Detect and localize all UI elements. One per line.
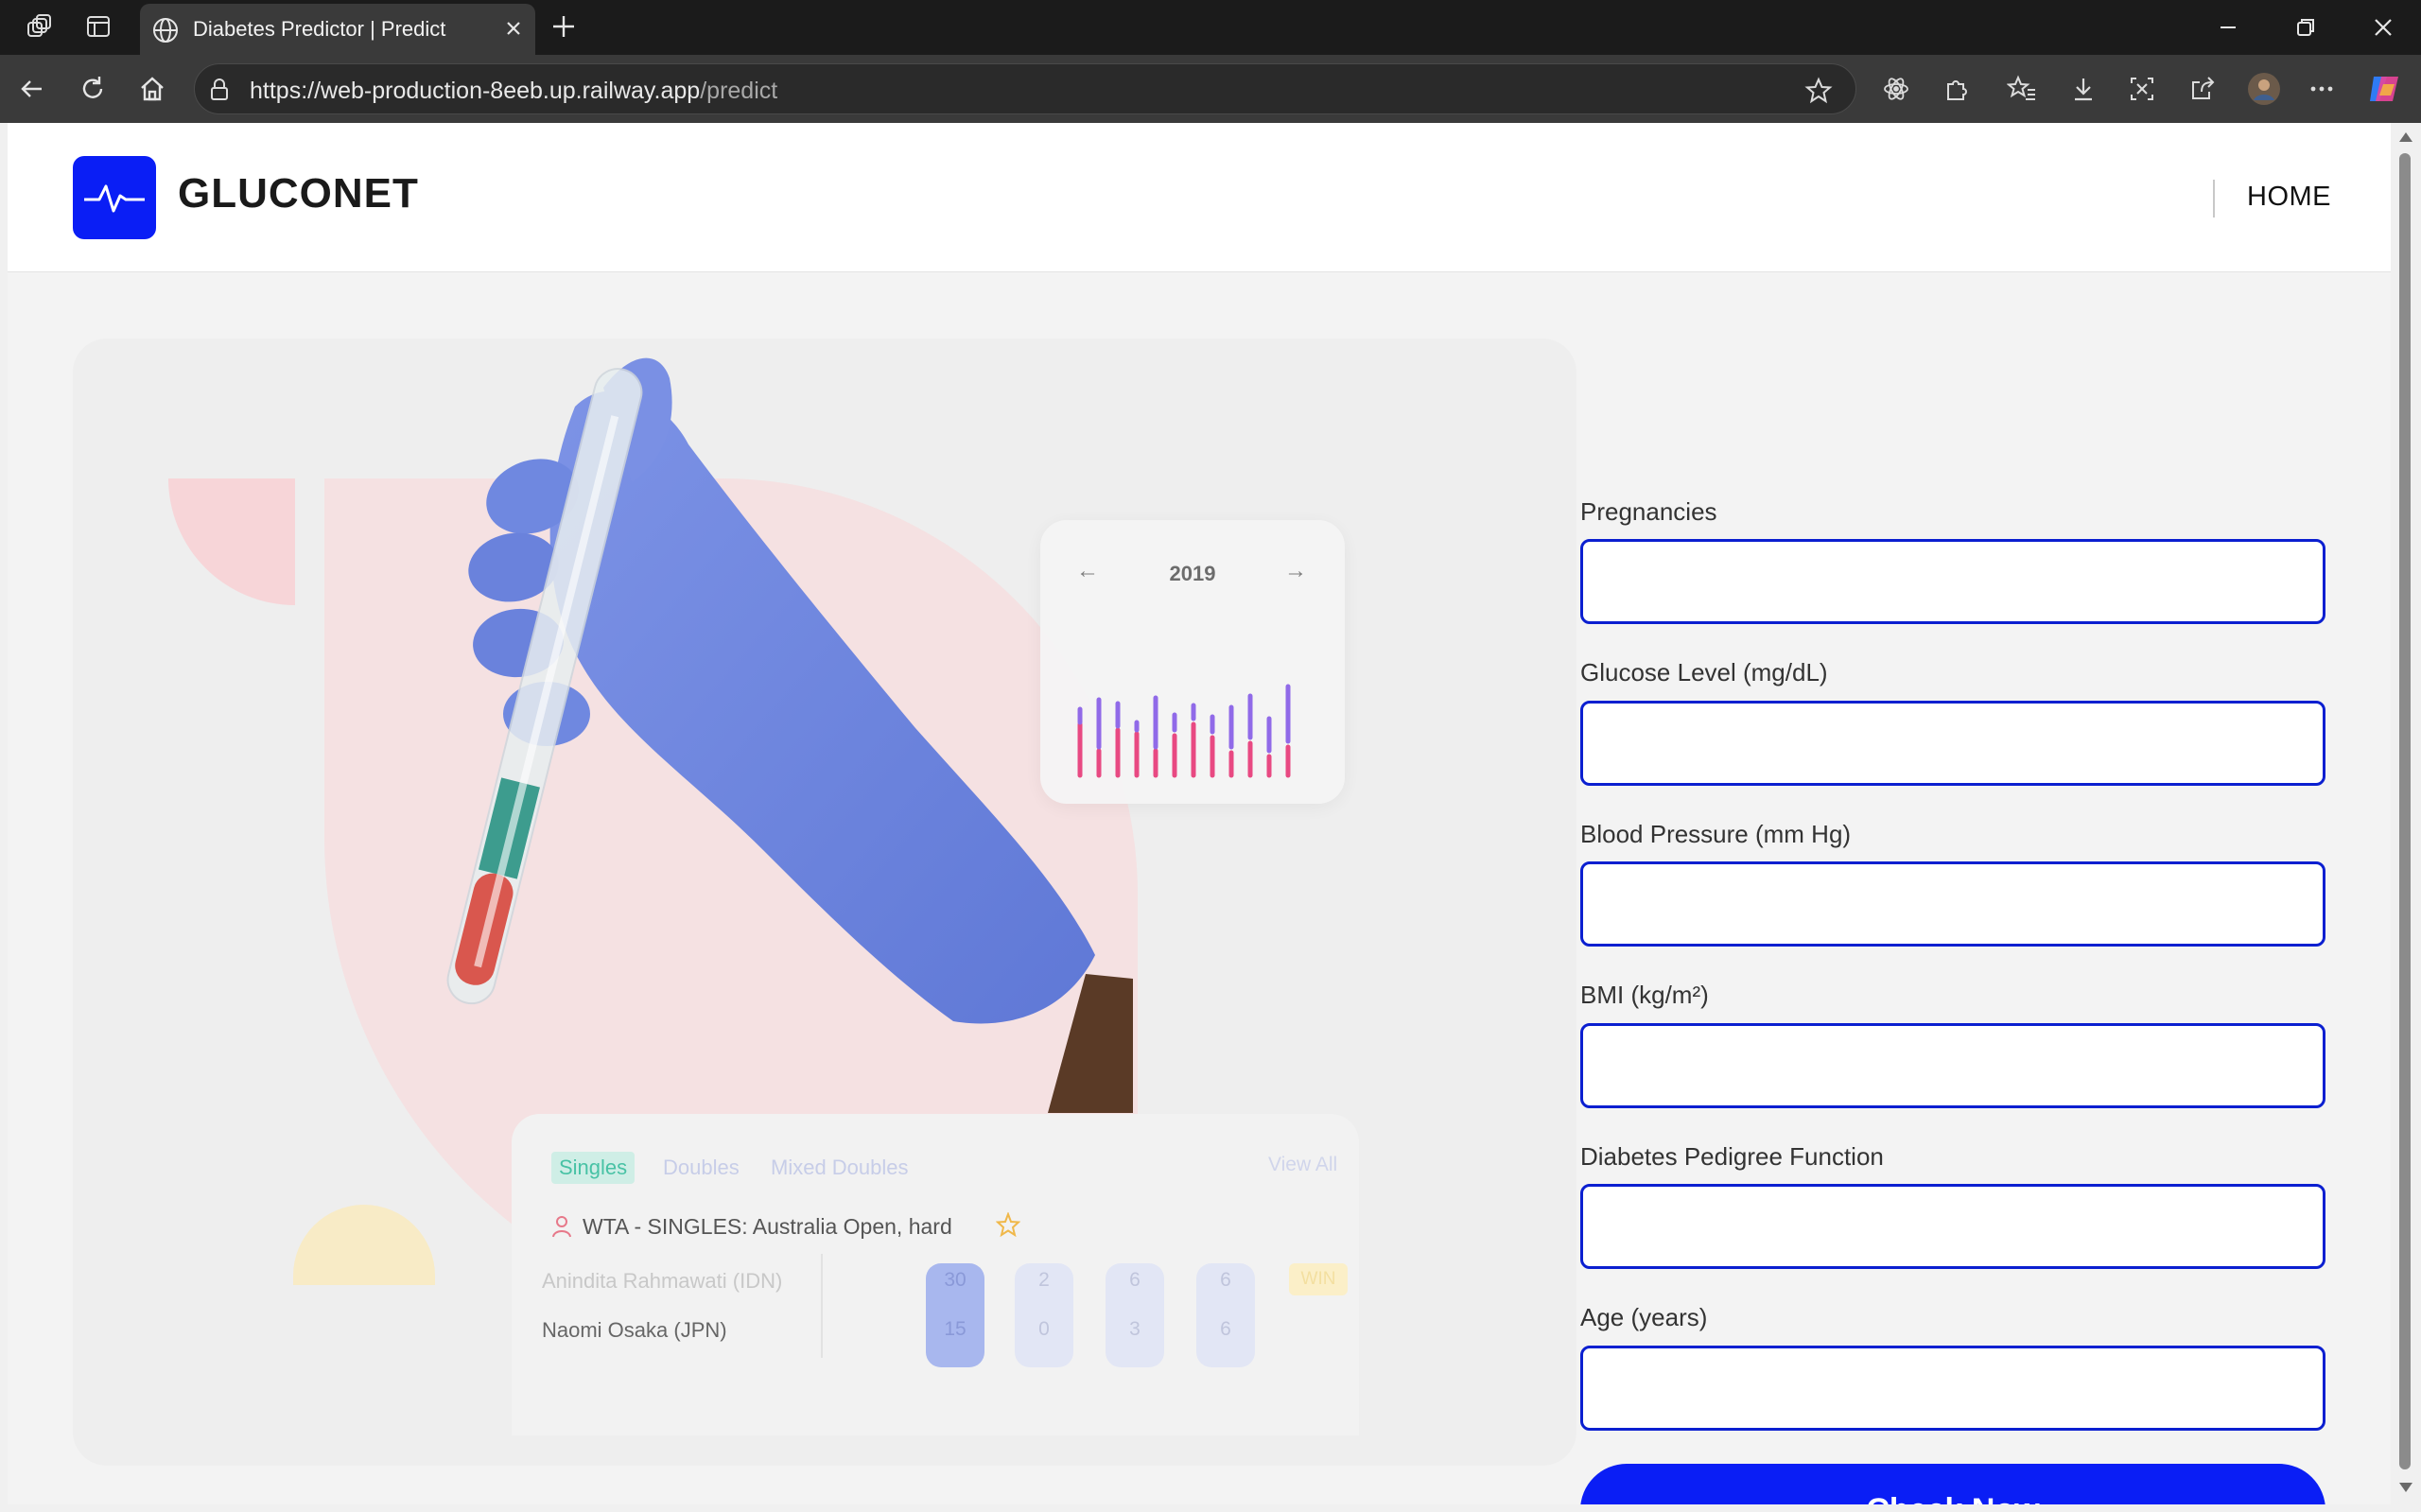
score-4-bottom: 6 bbox=[1220, 1318, 1231, 1340]
react-devtools-icon[interactable] bbox=[1882, 75, 1910, 103]
downloads-icon[interactable] bbox=[2069, 75, 2098, 103]
tab-title: Diabetes Predictor | Predict bbox=[193, 17, 446, 41]
player-one: Anindita Rahmawati (IDN) bbox=[542, 1269, 783, 1293]
glucose-label: Glucose Level (mg/dL) bbox=[1580, 658, 1828, 686]
score-tab-singles: Singles bbox=[551, 1152, 636, 1184]
browser-titlebar: Diabetes Predictor | Predict bbox=[0, 0, 2421, 55]
score-divider bbox=[821, 1254, 823, 1358]
web-page: GLUCONET HOME ← 2019 → Singles Doubles M… bbox=[8, 123, 2391, 1504]
active-tab[interactable]: Diabetes Predictor | Predict bbox=[140, 4, 535, 55]
view-all-link: View All bbox=[1268, 1154, 1338, 1175]
close-tab-icon[interactable] bbox=[501, 16, 526, 41]
win-badge: WIN bbox=[1289, 1263, 1348, 1295]
tab-actions-icon[interactable] bbox=[85, 13, 112, 40]
score-1-bottom: 15 bbox=[944, 1318, 967, 1340]
gloved-hand-test-tube-illustration bbox=[446, 357, 1133, 1113]
player-two: Naomi Osaka (JPN) bbox=[542, 1318, 727, 1342]
address-bar[interactable]: https://web-production-8eeb.up.railway.a… bbox=[194, 63, 1856, 114]
tennis-score-card: Singles Doubles Mixed Doubles View All W… bbox=[512, 1114, 1359, 1435]
score-3-top: 6 bbox=[1129, 1269, 1141, 1291]
scroll-down-icon[interactable] bbox=[2398, 1481, 2413, 1499]
url-path: /predict bbox=[700, 78, 778, 104]
back-icon[interactable] bbox=[17, 74, 47, 104]
profile-avatar-icon[interactable] bbox=[2247, 72, 2281, 106]
score-tab-doubles: Doubles bbox=[663, 1156, 740, 1179]
check-now-button[interactable]: Check Now bbox=[1580, 1464, 2325, 1504]
new-tab-icon[interactable] bbox=[549, 11, 579, 42]
page-scrollbar[interactable] bbox=[2391, 123, 2421, 1512]
url-text: https://web-production-8eeb.up.railway.a… bbox=[250, 78, 777, 105]
favorite-star-icon[interactable] bbox=[1804, 77, 1833, 105]
score-3-bottom: 3 bbox=[1129, 1318, 1141, 1340]
site-info-icon[interactable] bbox=[206, 77, 233, 103]
blood-pressure-input[interactable] bbox=[1580, 861, 2325, 947]
age-label: Age (years) bbox=[1580, 1303, 1708, 1331]
globe-icon bbox=[151, 16, 180, 44]
bmi-label: BMI (kg/m²) bbox=[1580, 981, 1709, 1009]
glucose-input[interactable] bbox=[1580, 701, 2325, 786]
browser-toolbar: https://web-production-8eeb.up.railway.a… bbox=[0, 55, 2421, 123]
url-host: https://web-production-8eeb.up.railway.a… bbox=[250, 78, 701, 104]
bmi-input[interactable] bbox=[1580, 1023, 2325, 1108]
screenshot-icon[interactable] bbox=[2128, 75, 2156, 103]
favorites-icon[interactable] bbox=[2007, 75, 2037, 103]
workspaces-icon[interactable] bbox=[25, 13, 53, 42]
age-input[interactable] bbox=[1580, 1346, 2325, 1431]
nav-home-link[interactable]: HOME bbox=[2247, 182, 2331, 213]
restore-icon[interactable] bbox=[2292, 14, 2319, 41]
score-2-top: 2 bbox=[1038, 1269, 1050, 1291]
home-icon[interactable] bbox=[137, 74, 167, 104]
score-tab-mixed-doubles: Mixed Doubles bbox=[771, 1156, 909, 1179]
scroll-up-icon[interactable] bbox=[2398, 130, 2413, 148]
pedigree-input[interactable] bbox=[1580, 1184, 2325, 1269]
score-4-top: 6 bbox=[1220, 1269, 1231, 1291]
star-icon bbox=[995, 1211, 1021, 1242]
pedigree-label: Diabetes Pedigree Function bbox=[1580, 1142, 1884, 1171]
score-2-bottom: 0 bbox=[1038, 1318, 1050, 1340]
person-icon bbox=[551, 1214, 572, 1243]
pregnancies-input[interactable] bbox=[1580, 539, 2325, 624]
copilot-icon[interactable] bbox=[2366, 71, 2402, 107]
more-options-icon[interactable] bbox=[2308, 75, 2336, 103]
refresh-icon[interactable] bbox=[78, 74, 108, 104]
blood-pressure-label: Blood Pressure (mm Hg) bbox=[1580, 820, 1852, 848]
scrollbar-thumb[interactable] bbox=[2399, 153, 2411, 1469]
nav-divider bbox=[2213, 180, 2215, 217]
score-1-top: 30 bbox=[944, 1269, 967, 1291]
share-icon[interactable] bbox=[2188, 75, 2217, 103]
close-window-icon[interactable] bbox=[2370, 14, 2396, 41]
extensions-icon[interactable] bbox=[1942, 75, 1971, 103]
match-title: WTA - SINGLES: Australia Open, hard bbox=[583, 1214, 952, 1239]
pregnancies-label: Pregnancies bbox=[1580, 497, 1717, 526]
minimize-icon[interactable] bbox=[2215, 14, 2241, 41]
